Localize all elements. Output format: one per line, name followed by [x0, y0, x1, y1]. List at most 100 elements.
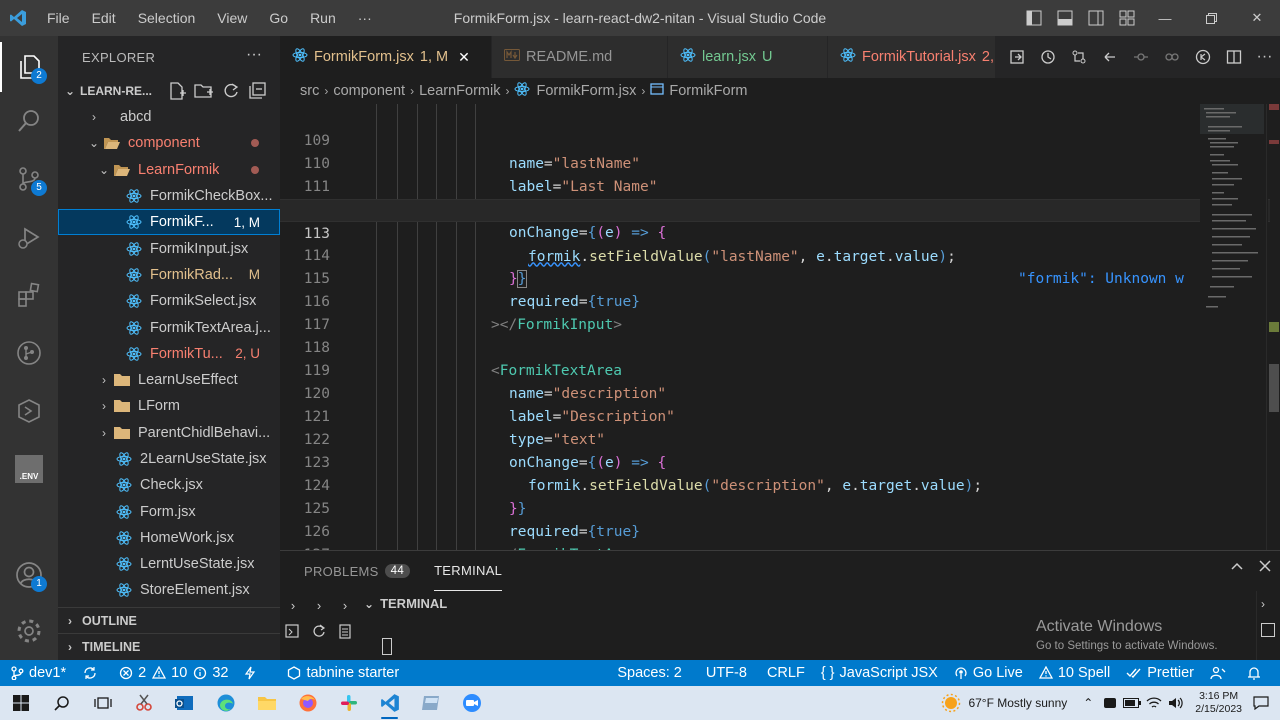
restore-icon[interactable]	[1188, 0, 1234, 36]
feedback-status[interactable]	[1202, 660, 1239, 686]
taskbar-search-icon[interactable]	[41, 686, 82, 720]
task-view-icon[interactable]	[82, 686, 123, 720]
split-editor-icon[interactable]	[1218, 36, 1249, 78]
close-tab-icon[interactable]: ✕	[458, 49, 470, 66]
weather-widget[interactable]: 67°F Mostly sunny	[940, 692, 1067, 714]
explorer-more-icon[interactable]: ···	[246, 46, 262, 64]
tab-problems[interactable]: PROBLEMS 44	[304, 551, 411, 591]
tree-file-formikinput[interactable]: FormikInput.jsx	[58, 235, 280, 261]
editor-scrollbar[interactable]	[1266, 104, 1280, 550]
encoding-status[interactable]: UTF-8	[698, 660, 755, 686]
battery-icon[interactable]	[1121, 697, 1143, 709]
open-preview-icon[interactable]	[1001, 36, 1032, 78]
tab-learn[interactable]: learn.jsx U	[668, 36, 828, 78]
tree-folder-abcd[interactable]: › abcd	[58, 104, 280, 130]
toggle-secondary-sidebar-icon[interactable]	[1080, 0, 1111, 36]
breadcrumb-src[interactable]: src	[300, 83, 319, 99]
menu-go[interactable]: Go	[258, 0, 299, 36]
tree-file-formikform[interactable]: FormikF... 1, M	[58, 209, 280, 236]
tree-file-homework[interactable]: HomeWork.jsx	[58, 525, 280, 551]
maximize-panel-icon[interactable]	[1230, 559, 1244, 578]
notification-center-icon[interactable]	[1250, 696, 1272, 710]
spell-status[interactable]: 10 Spell	[1031, 660, 1118, 686]
problems-status[interactable]: 2 10 32	[111, 660, 236, 686]
terminal-cursor[interactable]	[382, 638, 392, 655]
refresh-icon[interactable]	[222, 82, 240, 100]
tree-file-lerntusestate[interactable]: LerntUseState.jsx	[58, 551, 280, 577]
menu-view[interactable]: View	[206, 0, 258, 36]
code-editor[interactable]: 109 name="lastName" 110 label="Last Name…	[280, 104, 1280, 550]
project-header[interactable]: ⌄ LEARN-RE...	[58, 78, 280, 104]
tab-terminal[interactable]: TERMINAL	[434, 551, 503, 591]
tree-file-formikradio[interactable]: FormikRad... M	[58, 262, 280, 288]
new-folder-icon[interactable]	[194, 82, 214, 100]
eol-status[interactable]: CRLF	[759, 660, 813, 686]
timeline-history-icon[interactable]	[1032, 36, 1063, 78]
outlook-icon[interactable]	[164, 686, 205, 720]
file-explorer-icon[interactable]	[246, 686, 287, 720]
sync-status[interactable]	[74, 660, 111, 686]
notifications-status[interactable]	[1239, 660, 1274, 686]
minimap[interactable]	[1200, 104, 1268, 324]
network-icon[interactable]	[1143, 696, 1165, 710]
tabnine-status[interactable]: tabnine starter	[279, 660, 407, 686]
timeline-section[interactable]: › TIMELINE	[58, 633, 280, 659]
slack-icon[interactable]	[328, 686, 369, 720]
zoom-icon[interactable]	[451, 686, 492, 720]
minimize-icon[interactable]: —	[1142, 0, 1188, 36]
breadcrumb-file[interactable]: FormikForm.jsx	[536, 83, 636, 99]
tree-file-formikselect[interactable]: FormikSelect.jsx	[58, 288, 280, 314]
run-debug-icon[interactable]	[0, 212, 58, 262]
prettier-status[interactable]: Prettier	[1118, 660, 1202, 686]
source-control-icon[interactable]: 5	[0, 154, 58, 204]
tab-readme[interactable]: README.md	[492, 36, 668, 78]
run-icon[interactable]	[1187, 36, 1218, 78]
extensions-icon[interactable]	[0, 270, 58, 320]
indentation-status[interactable]: Spaces: 2	[609, 660, 690, 686]
settings-gear-icon[interactable]	[0, 606, 58, 656]
close-panel-icon[interactable]	[1258, 559, 1272, 578]
terminal-header[interactable]: ⌄ TERMINAL	[364, 596, 447, 611]
terminal-clipboard-icon[interactable]	[334, 620, 356, 642]
terminal-layout-icon[interactable]	[1261, 623, 1275, 637]
clock[interactable]: 3:16 PM 2/15/2023	[1195, 690, 1242, 716]
tree-folder-lform[interactable]: › LForm	[58, 393, 280, 419]
menu-file[interactable]: File	[36, 0, 81, 36]
more-actions-icon[interactable]: ···	[1249, 36, 1280, 78]
remote-explorer-icon[interactable]	[0, 386, 58, 436]
toggle-sidebar-icon[interactable]	[1018, 0, 1049, 36]
tab-formikform[interactable]: FormikForm.jsx 1, M ✕	[280, 36, 492, 78]
tree-file-formiktextarea[interactable]: FormikTextArea.j...	[58, 314, 280, 340]
accounts-icon[interactable]: 1	[0, 550, 58, 600]
lightning-status[interactable]	[236, 660, 269, 686]
golive-status[interactable]: Go Live	[946, 660, 1031, 686]
tray-chevron-icon[interactable]: ⌃	[1077, 696, 1099, 710]
terminal-scrollbar[interactable]: ›	[1256, 591, 1280, 661]
scrollbar-thumb[interactable]	[1269, 364, 1279, 412]
tree-file-2learnusestate[interactable]: 2LearnUseState.jsx	[58, 446, 280, 472]
tree-folder-learnformik[interactable]: ⌄ LearnFormik	[58, 157, 280, 183]
menu-more[interactable]: ···	[347, 0, 383, 36]
env-icon[interactable]: .ENV	[0, 444, 58, 494]
previous-change-icon[interactable]	[1125, 36, 1156, 78]
tray-app-icon[interactable]	[1099, 696, 1121, 710]
customize-layout-icon[interactable]	[1111, 0, 1142, 36]
new-file-icon[interactable]	[168, 82, 186, 100]
outline-section[interactable]: › OUTLINE	[58, 607, 280, 633]
chevron-right-icon[interactable]: ›	[334, 594, 356, 616]
explorer-icon[interactable]: 2	[0, 42, 58, 92]
branch-status[interactable]: dev1*	[0, 660, 74, 686]
tree-file-storeelement[interactable]: StoreElement.jsx	[58, 577, 280, 603]
vscode-taskbar-icon[interactable]	[369, 686, 410, 720]
menu-selection[interactable]: Selection	[127, 0, 207, 36]
compare-changes-icon[interactable]	[1063, 36, 1094, 78]
close-window-icon[interactable]: ✕	[1234, 0, 1280, 36]
breadcrumb-component[interactable]: component	[333, 83, 405, 99]
snipping-tool-icon[interactable]	[123, 686, 164, 720]
tree-file-form[interactable]: Form.jsx	[58, 498, 280, 524]
tree-folder-learnuseeffect[interactable]: › LearnUseEffect	[58, 367, 280, 393]
tree-file-formiktutorial[interactable]: FormikTu... 2, U	[58, 341, 280, 367]
search-icon[interactable]	[0, 96, 58, 146]
tree-folder-component[interactable]: ⌄ component	[58, 130, 280, 156]
git-graph-icon[interactable]	[0, 328, 58, 378]
